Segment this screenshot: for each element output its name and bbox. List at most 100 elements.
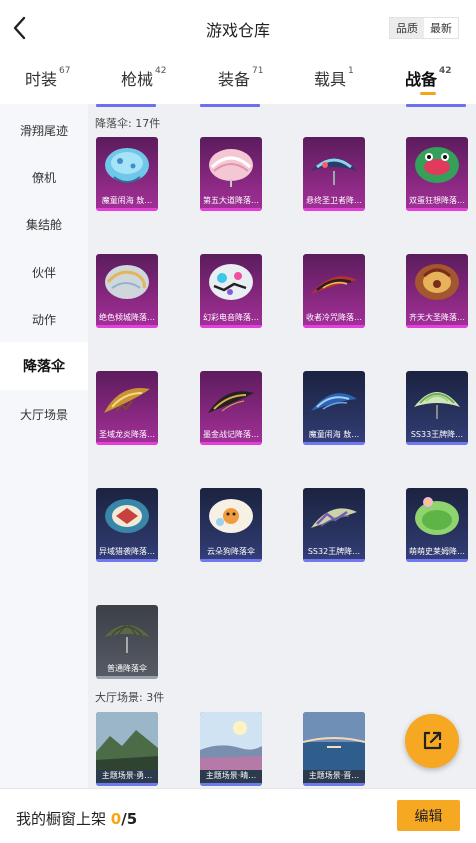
parachute-card[interactable]: 悬终圣卫者降…: [303, 137, 365, 211]
showcase-status: 我的橱窗上架 0/5: [16, 808, 137, 829]
tab-count: 1: [348, 66, 354, 76]
parachute-card[interactable]: 双蛋狂想降落…: [406, 137, 468, 211]
card-name: 圣域龙炎降落…: [99, 430, 155, 439]
mountain-scene-icon: [96, 712, 158, 770]
black-gold-parachute-icon: [208, 391, 254, 413]
tab-count: 42: [439, 66, 452, 76]
parachute-card[interactable]: 异域猎袭降落…: [96, 488, 158, 562]
standard-parachute-icon: [104, 622, 150, 653]
tab-war-gear[interactable]: 战备 42: [405, 66, 452, 90]
ss32-parachute-icon: [311, 508, 357, 528]
parachute-card[interactable]: 幻彩电音降落…: [200, 254, 262, 328]
cloud-dog-parachute-icon: [209, 499, 253, 533]
sidebar: 滑翔尾迹 僚机 集结舱 伙伴 动作 降落伞 大厅场景: [0, 104, 88, 788]
rarity-bar: [200, 325, 262, 328]
tribal-parachute-icon: [105, 499, 149, 533]
rarity-bar: [406, 325, 468, 328]
sea-scene-icon: [303, 712, 365, 770]
showcase-bar: 我的橱窗上架 0/5 编辑: [0, 788, 476, 843]
parachute-card[interactable]: 普通降落伞: [96, 605, 158, 679]
parachute-card[interactable]: SS32王牌降…: [303, 488, 365, 562]
edit-button[interactable]: 编辑: [397, 800, 460, 831]
tab-equipment[interactable]: 装备 71: [218, 66, 263, 90]
tab-fashion[interactable]: 时装 67: [25, 66, 70, 90]
card-name: 幻彩电音降落…: [203, 313, 259, 322]
rarity-bar: [96, 783, 158, 786]
card-name: 萌萌史莱姆降…: [409, 547, 465, 556]
green-monster-parachute-icon: [415, 147, 459, 183]
parachute-card[interactable]: 墨金战记降落…: [200, 371, 262, 445]
parachute-card[interactable]: 圣域龙炎降落…: [96, 371, 158, 445]
sidebar-item-label: 降落伞: [23, 359, 65, 375]
rarity-bar: [200, 208, 262, 211]
rarity-bar: [303, 208, 365, 211]
sidebar-item-companion[interactable]: 伙伴: [0, 264, 88, 281]
lobby-scene-card[interactable]: 主题场景·晴…: [200, 712, 262, 786]
sort-by-quality-button[interactable]: 品质: [390, 18, 424, 38]
tab-count: 71: [252, 66, 264, 76]
lobby-section-label: 大厅场景: 3件: [95, 691, 165, 704]
rarity-bar: [406, 208, 468, 211]
card-name: 绝色倾城降落…: [99, 313, 155, 322]
parachute-section-label: 降落伞: 17件: [95, 117, 161, 130]
parachute-card[interactable]: 第五大道降落…: [200, 137, 262, 211]
parachute-card[interactable]: 收者冷咒降落…: [303, 254, 365, 328]
graffiti-parachute-icon: [209, 264, 253, 300]
monkey-king-parachute-icon: [415, 264, 459, 300]
card-name: 主题场景·勇…: [101, 771, 153, 780]
silver-parachute-icon: [105, 265, 149, 299]
tab-label: 枪械: [121, 70, 154, 89]
lobby-scene-card[interactable]: 主题场景·晋…: [303, 712, 365, 786]
jellyfish-parachute-icon: [105, 148, 149, 183]
guardian-parachute-icon: [311, 158, 357, 185]
sort-by-latest-button[interactable]: 最新: [424, 18, 458, 38]
sidebar-item-assembly-pod[interactable]: 集结舱: [0, 216, 88, 233]
sidebar-item-emote[interactable]: 动作: [0, 311, 88, 328]
sidebar-item-wingman[interactable]: 僚机: [0, 169, 88, 186]
rarity-bar: [303, 783, 365, 786]
tab-label: 载具: [314, 70, 347, 89]
active-tab-indicator: [420, 92, 436, 95]
card-name: SS33王牌降…: [410, 430, 464, 439]
rarity-bar: [303, 559, 365, 562]
sunny-scene-icon: [200, 712, 262, 770]
share-button[interactable]: [405, 714, 459, 768]
tab-weapons[interactable]: 枪械 42: [121, 66, 166, 90]
rarity-bar: [200, 783, 262, 786]
parachute-card[interactable]: 魔童闹海 敖…: [96, 137, 158, 211]
tab-count: 67: [59, 66, 71, 76]
blue-wave-parachute-icon: [311, 393, 357, 411]
parachute-card[interactable]: 齐天大圣降落…: [406, 254, 468, 328]
previous-row-bar: [200, 104, 260, 107]
rarity-bar: [96, 325, 158, 328]
pink-parachute-icon: [209, 149, 253, 187]
card-name: 收者冷咒降落…: [306, 313, 362, 322]
parachute-card[interactable]: 魔童闹海 敖…: [303, 371, 365, 445]
share-icon: [423, 731, 442, 750]
rarity-bar: [96, 676, 158, 679]
card-name: SS32王牌降…: [307, 547, 361, 556]
parachute-card[interactable]: 绝色倾城降落…: [96, 254, 158, 328]
parachute-card[interactable]: 萌萌史莱姆降…: [406, 488, 468, 562]
card-name: 普通降落伞: [107, 664, 147, 673]
sidebar-item-glide-trail[interactable]: 滑翔尾迹: [0, 122, 88, 139]
sidebar-item-lobby-scene[interactable]: 大厅场景: [0, 406, 88, 423]
previous-row-bar: [406, 104, 466, 107]
parachute-card[interactable]: 云朵狗降落伞: [200, 488, 262, 562]
rarity-bar: [200, 442, 262, 445]
sort-toggle[interactable]: 品质 最新: [389, 17, 459, 39]
rarity-bar: [303, 325, 365, 328]
sidebar-item-parachute[interactable]: 降落伞: [0, 342, 88, 390]
tab-label: 战备: [405, 70, 438, 89]
showcase-count: 0: [110, 810, 122, 828]
parachute-card[interactable]: SS33王牌降…: [406, 371, 468, 445]
item-grid[interactable]: 降落伞: 17件 魔童闹海 敖… 第五大道降落… 悬终圣卫者降… 双蛋狂想降落……: [88, 104, 476, 788]
lobby-scene-card[interactable]: 主题场景·勇…: [96, 712, 158, 786]
rarity-bar: [96, 559, 158, 562]
category-tabs: 时装 67 枪械 42 装备 71 载具 1 战备 42: [0, 56, 476, 104]
rarity-bar: [406, 559, 468, 562]
rarity-bar: [406, 442, 468, 445]
ss33-parachute-icon: [414, 392, 460, 419]
showcase-label: 我的橱窗上架: [16, 810, 107, 828]
tab-vehicles[interactable]: 载具 1: [314, 66, 354, 90]
